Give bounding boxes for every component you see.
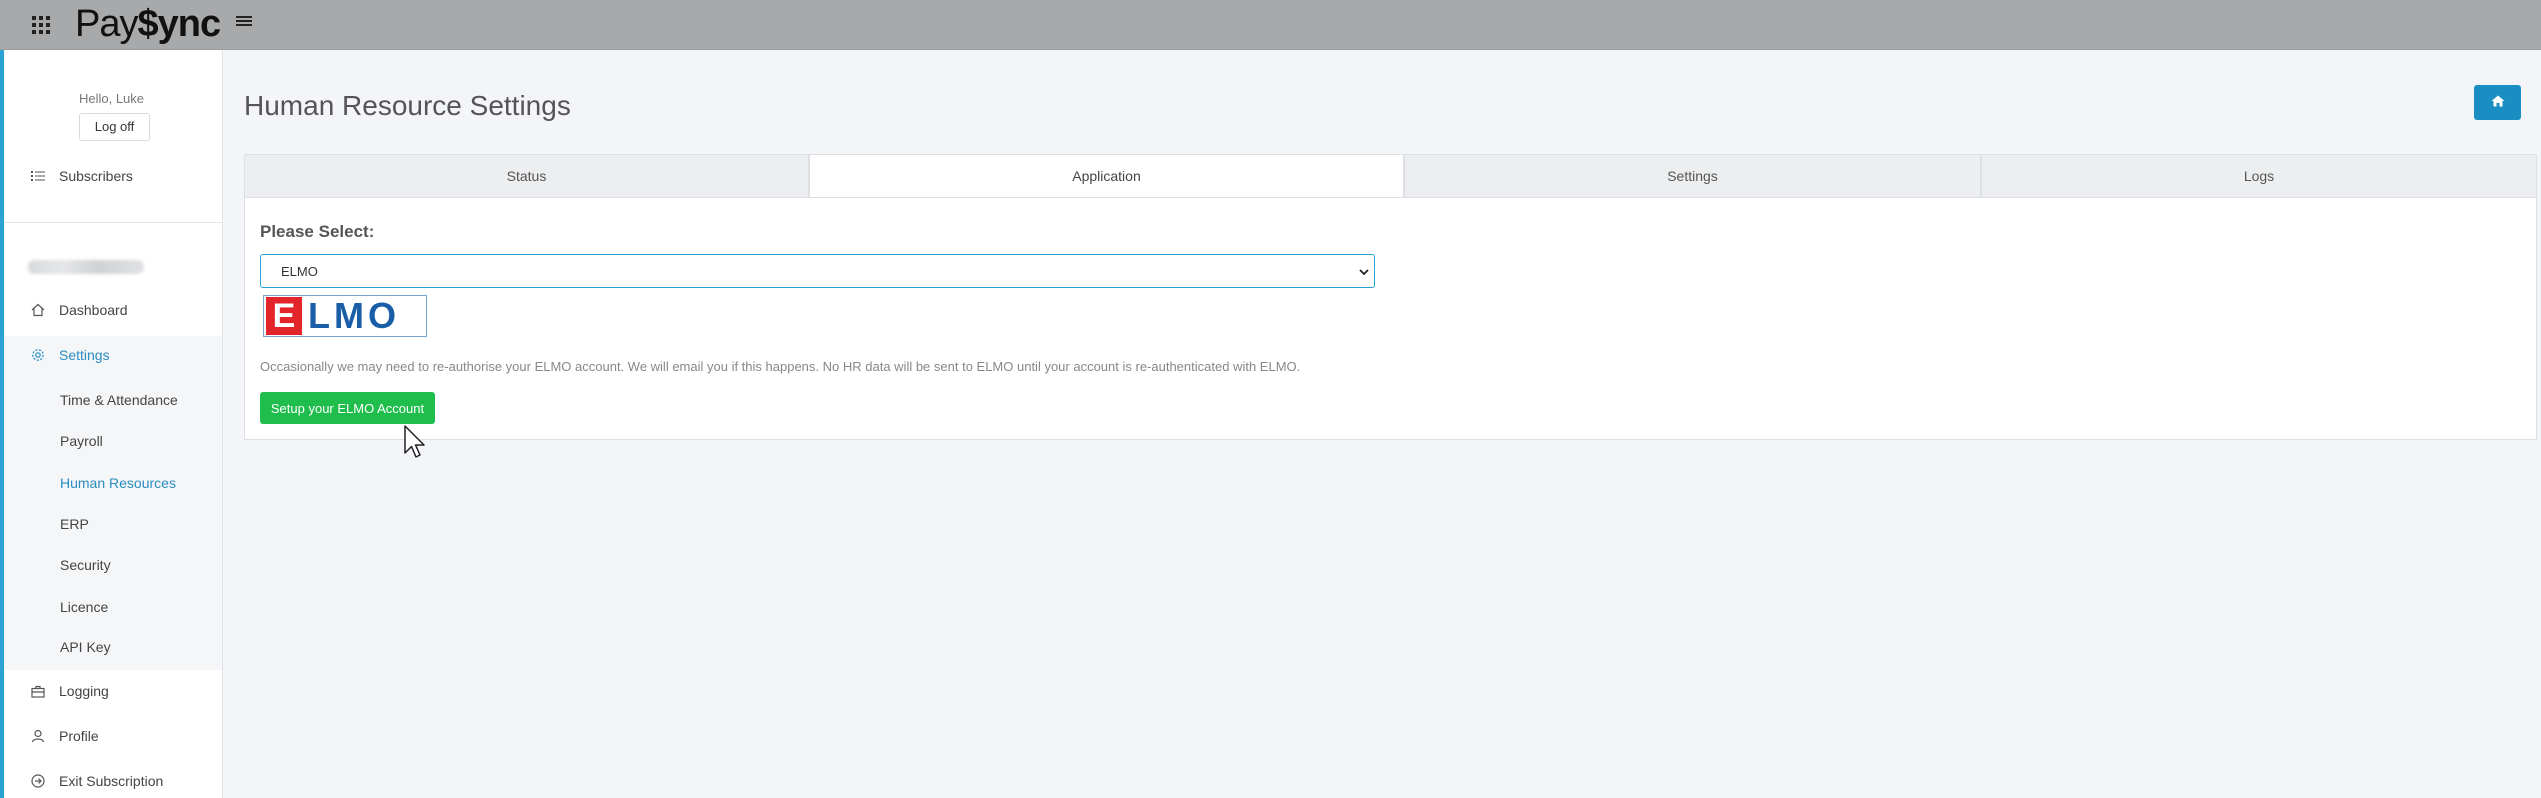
application-panel: Please Select: ELMO E LMO Occasionally w… [244, 197, 2537, 440]
sidebar-item-label: Dashboard [59, 302, 128, 318]
sidebar-subitem-label: Licence [60, 599, 109, 615]
sidebar-subitem-security[interactable]: Security [0, 550, 223, 580]
sidebar-subitem-label: Human Resources [60, 475, 176, 491]
paysync-logo[interactable]: Pay$ync [75, 2, 221, 46]
mouse-cursor-icon [404, 425, 428, 461]
sidebar-item-label: Profile [59, 728, 99, 744]
page-title: Human Resource Settings [244, 90, 571, 121]
home-outline-icon [30, 302, 46, 318]
setup-elmo-account-button[interactable]: Setup your ELMO Account [260, 392, 435, 424]
hr-application-select[interactable]: ELMO [260, 254, 1375, 288]
exit-circle-arrow-icon [30, 773, 46, 789]
please-select-label: Please Select: [260, 222, 375, 241]
chevron-down-icon [1358, 266, 1370, 278]
sidebar-subitem-label: Security [60, 557, 111, 573]
apps-grid-icon[interactable] [28, 12, 54, 38]
hr-select-value: ELMO [281, 263, 318, 279]
sidebar-subitem-label: ERP [60, 516, 89, 532]
reauthorise-note: Occasionally we may need to re-authorise… [260, 359, 1301, 374]
list-icon [30, 168, 46, 184]
subscriber-name-blurred [28, 260, 144, 274]
sidebar-subitem-label: Payroll [60, 433, 103, 449]
user-icon [30, 728, 46, 744]
sidebar-item-subscribers[interactable]: Subscribers [0, 161, 223, 191]
hamburger-menu-icon[interactable] [236, 14, 252, 30]
home-icon [2491, 94, 2505, 112]
top-bar: Pay$ync [0, 0, 2541, 50]
sidebar-item-profile[interactable]: Profile [0, 721, 223, 751]
user-greeting: Hello, Luke [78, 91, 145, 106]
tab-logs[interactable]: Logs [1981, 154, 2537, 198]
log-off-button[interactable]: Log off [79, 113, 150, 141]
sidebar-subitem-label: API Key [60, 639, 111, 655]
sidebar: Hello, Luke Log off Subscribers Dashboar… [0, 50, 223, 798]
sidebar-subitem-human-resources[interactable]: Human Resources [0, 468, 223, 498]
sidebar-item-dashboard[interactable]: Dashboard [0, 295, 223, 325]
sidebar-subitem-licence[interactable]: Licence [0, 592, 223, 622]
sidebar-subitem-time-attendance[interactable]: Time & Attendance [0, 385, 223, 415]
sidebar-item-label: Subscribers [59, 168, 133, 184]
sidebar-divider [4, 222, 222, 223]
tab-status[interactable]: Status [244, 154, 809, 198]
tab-settings[interactable]: Settings [1404, 154, 1981, 198]
sidebar-subitem-label: Time & Attendance [60, 392, 178, 408]
briefcase-icon [30, 683, 46, 699]
sidebar-subitem-api-key[interactable]: API Key [0, 632, 223, 662]
elmo-logo: E LMO [263, 295, 427, 337]
sidebar-item-settings[interactable]: Settings [0, 340, 223, 370]
gear-icon [30, 347, 46, 363]
sidebar-subitem-erp[interactable]: ERP [0, 509, 223, 539]
sidebar-item-logging[interactable]: Logging [0, 676, 223, 706]
sidebar-item-exit-subscription[interactable]: Exit Subscription [0, 766, 223, 796]
home-button[interactable] [2474, 85, 2521, 120]
tab-application[interactable]: Application [809, 154, 1404, 198]
sidebar-item-label: Settings [59, 347, 110, 363]
sidebar-item-label: Exit Subscription [59, 773, 164, 789]
sidebar-subitem-payroll[interactable]: Payroll [0, 426, 223, 456]
hr-settings-tabs: Status Application Settings Logs [244, 154, 2537, 198]
sidebar-item-label: Logging [59, 683, 109, 699]
